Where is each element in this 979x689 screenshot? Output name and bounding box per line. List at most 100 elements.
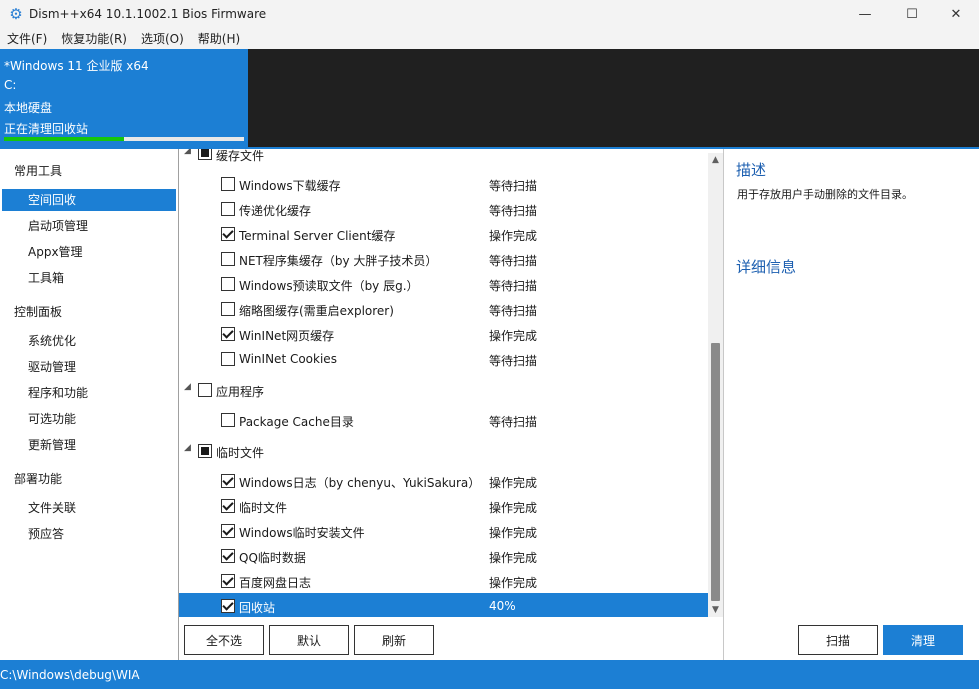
sidebar-item-answer-file[interactable]: 预应答: [2, 523, 176, 545]
item-checkbox[interactable]: [221, 574, 235, 588]
sidebar-item-toolbox[interactable]: 工具箱: [2, 267, 176, 289]
item-checkbox[interactable]: [221, 413, 235, 427]
tree-item[interactable]: Package Cache目录 等待扫描: [179, 407, 708, 432]
os-disk-type: 本地硬盘: [4, 101, 53, 115]
window-title: Dism++x64 10.1.1002.1 Bios Firmware: [29, 7, 267, 21]
tree-item[interactable]: WinINet Cookies 等待扫描: [179, 346, 708, 371]
item-status: 等待扫描: [489, 354, 538, 368]
item-checkbox[interactable]: [221, 252, 235, 266]
menu-options[interactable]: 选项(O): [134, 30, 191, 47]
item-status: 操作完成: [489, 501, 538, 515]
scroll-down-icon[interactable]: ▼: [708, 603, 723, 617]
item-checkbox[interactable]: [221, 474, 235, 488]
item-checkbox[interactable]: [221, 352, 235, 366]
os-task-status: 正在清理回收站: [4, 122, 89, 136]
tree-item[interactable]: Windows日志（by chenyu、YukiSakura） 操作完成: [179, 468, 708, 493]
sidebar-item-file-association[interactable]: 文件关联: [2, 497, 176, 519]
item-status: 等待扫描: [489, 304, 538, 318]
tree-item[interactable]: Windows预读取文件（by 辰g.） 等待扫描: [179, 271, 708, 296]
item-checkbox[interactable]: [221, 277, 235, 291]
item-checkbox[interactable]: [221, 549, 235, 563]
tree-item[interactable]: Terminal Server Client缓存 操作完成: [179, 221, 708, 246]
tree-item[interactable]: Windows临时安装文件 操作完成: [179, 518, 708, 543]
sidebar-item-updates[interactable]: 更新管理: [2, 434, 176, 456]
tree-item[interactable]: 临时文件 操作完成: [179, 493, 708, 518]
sidebar-group-control-panel: 控制面板: [14, 305, 63, 319]
item-checkbox[interactable]: [221, 227, 235, 241]
clean-button[interactable]: 清理: [883, 625, 963, 655]
item-name: 回收站: [239, 601, 276, 615]
item-name: QQ临时数据: [239, 551, 306, 565]
session-strip: [248, 49, 979, 147]
sidebar-group-common-tools: 常用工具: [14, 164, 63, 178]
maximize-button[interactable]: ☐: [889, 0, 935, 28]
close-button[interactable]: ✕: [933, 0, 979, 28]
scan-button[interactable]: 扫描: [798, 625, 878, 655]
item-status: 等待扫描: [489, 179, 538, 193]
task-progress-bar: [4, 137, 244, 141]
item-status: 操作完成: [489, 526, 538, 540]
item-checkbox[interactable]: [221, 202, 235, 216]
item-checkbox[interactable]: [221, 177, 235, 191]
menu-recovery[interactable]: 恢复功能(R): [54, 30, 134, 47]
menu-help[interactable]: 帮助(H): [191, 30, 247, 47]
item-checkbox[interactable]: [221, 524, 235, 538]
menu-file[interactable]: 文件(F): [0, 30, 54, 47]
item-name: Windows日志（by chenyu、YukiSakura）: [239, 476, 481, 490]
tree-scrollbar[interactable]: ▲ ▼: [708, 153, 723, 617]
sidebar-item-space-recovery[interactable]: 空间回收: [2, 189, 176, 211]
scroll-up-icon[interactable]: ▲: [708, 153, 723, 167]
collapse-arrow-icon[interactable]: ◢: [184, 382, 191, 392]
sidebar-item-programs[interactable]: 程序和功能: [2, 382, 176, 404]
sidebar-item-appx[interactable]: Appx管理: [2, 241, 176, 263]
tree-item[interactable]: 百度网盘日志 操作完成: [179, 568, 708, 593]
tree-group-temp-files[interactable]: ◢ 临时文件: [179, 438, 708, 463]
tree-item[interactable]: NET程序集缓存（by 大胖子技术员） 等待扫描: [179, 246, 708, 271]
tree-item[interactable]: 传递优化缓存 等待扫描: [179, 196, 708, 221]
sidebar-item-drivers[interactable]: 驱动管理: [2, 356, 176, 378]
app-gear-icon: ⚙: [9, 5, 23, 23]
menu-bar: 文件(F) 恢复功能(R) 选项(O) 帮助(H): [0, 28, 979, 49]
refresh-button[interactable]: 刷新: [354, 625, 434, 655]
tree-item[interactable]: QQ临时数据 操作完成: [179, 543, 708, 568]
tree-item-selected[interactable]: 回收站 40%: [179, 593, 708, 617]
tree-item[interactable]: WinINet网页缓存 操作完成: [179, 321, 708, 346]
item-name: NET程序集缓存（by 大胖子技术员）: [239, 254, 438, 268]
item-name: Windows临时安装文件: [239, 526, 365, 540]
item-status: 操作完成: [489, 329, 538, 343]
cleanup-tree: ◢ 缓存文件 Windows下载缓存 等待扫描 传递优化缓存 等待扫描 Term…: [179, 149, 708, 617]
scrollbar-thumb[interactable]: [711, 343, 720, 601]
item-name: 传递优化缓存: [239, 204, 312, 218]
item-checkbox[interactable]: [221, 302, 235, 316]
item-checkbox[interactable]: [221, 599, 235, 613]
description-pane: 描述 用于存放用户手动删除的文件目录。 详细信息: [723, 149, 979, 660]
os-session-tile[interactable]: *Windows 11 企业版 x64 C: 本地硬盘 正在清理回收站: [0, 49, 248, 147]
os-drive: C:: [4, 78, 17, 92]
sidebar-item-optional-features[interactable]: 可选功能: [2, 408, 176, 430]
status-bar: C:\Windows\debug\WIA: [0, 660, 979, 689]
tree-group-cache[interactable]: ◢ 缓存文件: [179, 149, 708, 166]
item-name: Terminal Server Client缓存: [239, 229, 396, 243]
deselect-all-button[interactable]: 全不选: [184, 625, 264, 655]
group-checkbox[interactable]: [198, 149, 212, 160]
collapse-arrow-icon[interactable]: ◢: [184, 443, 191, 453]
group-checkbox[interactable]: [198, 383, 212, 397]
item-status: 等待扫描: [489, 279, 538, 293]
tree-item[interactable]: Windows下载缓存 等待扫描: [179, 171, 708, 196]
sidebar-group-deployment: 部署功能: [14, 472, 63, 486]
item-checkbox[interactable]: [221, 327, 235, 341]
item-checkbox[interactable]: [221, 499, 235, 513]
sidebar-item-optimize[interactable]: 系统优化: [2, 330, 176, 352]
sidebar: 常用工具 空间回收 启动项管理 Appx管理 工具箱 控制面板 系统优化 驱动管…: [0, 149, 179, 660]
minimize-button[interactable]: —: [842, 0, 888, 28]
tree-item[interactable]: 缩略图缓存(需重启explorer) 等待扫描: [179, 296, 708, 321]
group-label: 临时文件: [216, 446, 265, 460]
collapse-arrow-icon[interactable]: ◢: [184, 149, 191, 156]
os-edition: *Windows 11 企业版 x64: [4, 59, 149, 73]
item-name: WinINet Cookies: [239, 352, 337, 366]
sidebar-item-startup[interactable]: 启动项管理: [2, 215, 176, 237]
tree-group-applications[interactable]: ◢ 应用程序: [179, 377, 708, 402]
group-checkbox[interactable]: [198, 444, 212, 458]
item-name: 临时文件: [239, 501, 288, 515]
default-button[interactable]: 默认: [269, 625, 349, 655]
